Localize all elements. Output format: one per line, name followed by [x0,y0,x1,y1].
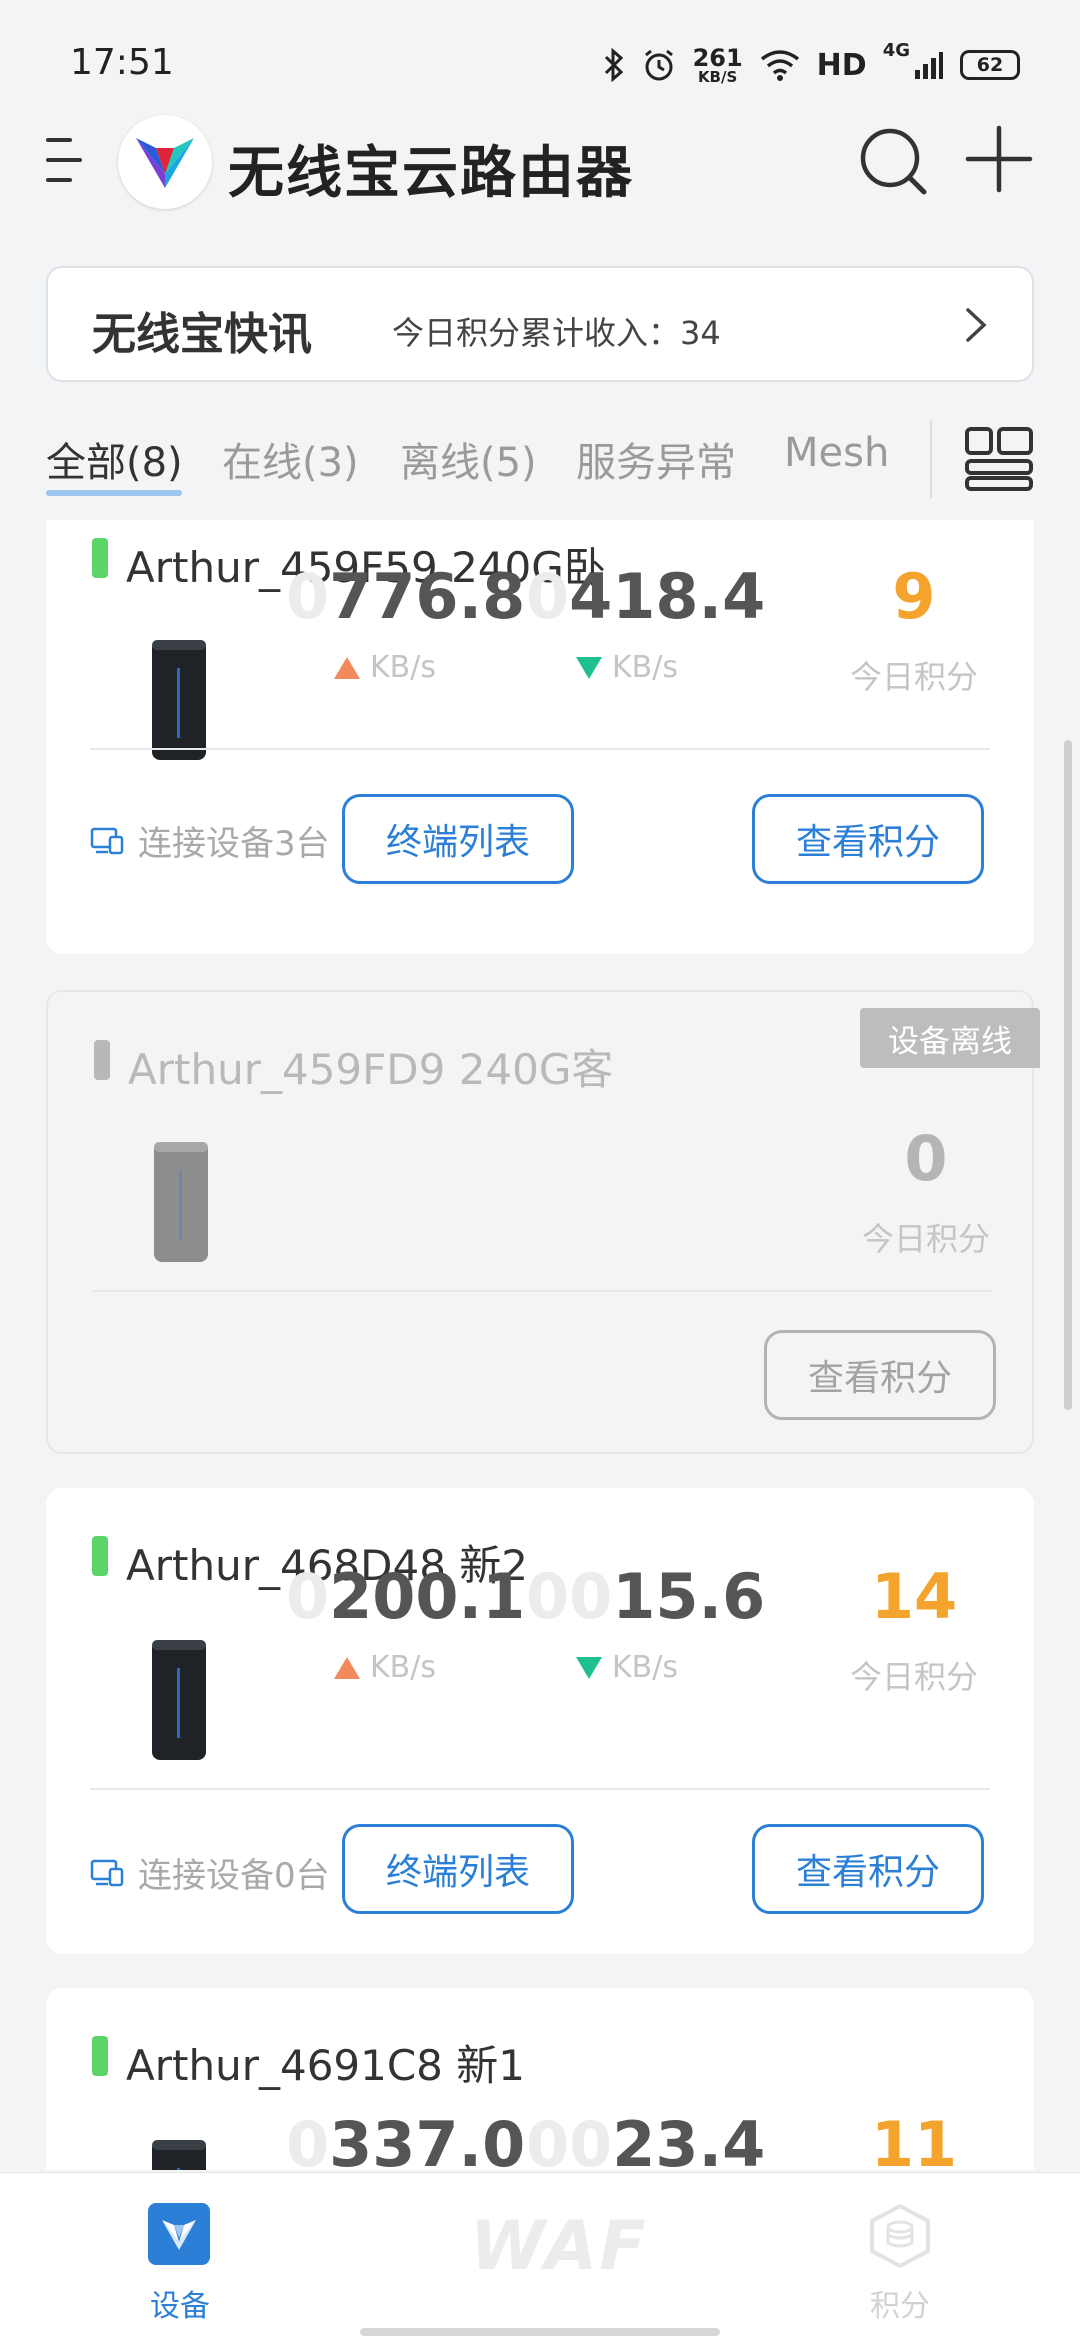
alarm-icon [644,49,673,81]
terminal-list-button[interactable]: 终端列表 [342,794,574,884]
search-icon[interactable] [858,126,928,196]
points-nav-icon [870,2203,930,2269]
router-image [152,640,206,760]
grid-view-icon[interactable] [964,426,1034,492]
status-icons: 261 KB/S HD 4G 62 [603,40,1020,90]
download-speed: 0418.4 [526,560,766,633]
connected-devices: 连接设备3台 [90,816,330,865]
offline-indicator [94,1040,110,1080]
filter-tabs: 全部(8) 在线(3) 离线(5) 服务异常 Mesh [0,410,1080,510]
add-icon[interactable] [964,124,1034,194]
device-card[interactable]: Arthur_468D48 新2 0200.1 0015.6 KB/s KB/s… [46,1488,1034,1954]
router-image [152,2140,206,2170]
download-speed: 0023.4 [526,2108,766,2170]
net-speed-unit: KB/S [697,67,738,86]
bluetooth-icon [604,48,623,82]
tab-divider [930,420,932,498]
view-points-button[interactable]: 查看积分 [764,1330,996,1420]
upload-speed: 0337.0 [286,2108,526,2170]
devices-icon [90,1859,124,1886]
online-indicator [92,538,108,578]
connected-devices: 连接设备0台 [90,1848,330,1897]
device-name: Arthur_459FD9 240G客 [128,1045,614,1094]
scrollbar[interactable] [1064,740,1072,1410]
status-bar: 17:51 261 KB/S HD 4G 62 [0,0,1080,120]
view-points-button[interactable]: 查看积分 [752,1824,984,1914]
menu-icon[interactable] [46,130,82,190]
download-unit: KB/s [576,1650,678,1685]
offline-badge: 设备离线 [860,1008,1040,1068]
hd-indicator: HD [816,47,867,83]
nav-waf[interactable]: WAF [470,2207,648,2286]
device-list[interactable]: Arthur_459F59 240G卧 0776.8 0418.4 KB/s K… [0,520,1080,2170]
chevron-right-icon [966,308,987,342]
app-root: 17:51 261 KB/S HD 4G 62 无线宝云路由器 无线宝快讯 今日… [0,0,1080,2340]
device-nav-icon [148,2203,210,2265]
tab-offline[interactable]: 离线(5) [400,430,537,488]
upload-arrow-icon [334,1656,360,1679]
today-points-label: 今日积分 [849,658,978,696]
bottom-nav: 设备 WAF 积分 [0,2172,1080,2340]
terminal-list-button[interactable]: 终端列表 [342,1824,574,1914]
nav-device[interactable]: 设备 [120,2203,240,2324]
upload-unit: KB/s [334,650,436,685]
battery-level: 62 [976,54,1004,76]
device-card[interactable]: Arthur_4691C8 新1 0337.0 0023.4 11 [46,1988,1034,2170]
router-image [154,1142,208,1262]
tab-all[interactable]: 全部(8) [46,430,183,488]
download-speed: 0015.6 [526,1560,766,1633]
device-card-offline[interactable]: 设备离线 Arthur_459FD9 240G客 0 今日积分 查看积分 [46,990,1040,1454]
router-image [152,1640,206,1760]
signal-icon [915,52,943,79]
device-card[interactable]: Arthur_459F59 240G卧 0776.8 0418.4 KB/s K… [46,520,1034,954]
home-indicator[interactable] [360,2328,720,2336]
wifi-icon [760,50,799,81]
view-points-button[interactable]: 查看积分 [752,794,984,884]
news-text: 今日积分累计收入：34 [392,314,721,352]
download-unit: KB/s [576,650,678,685]
card-divider [92,1290,992,1292]
app-title: 无线宝云路由器 [228,141,634,206]
net-speed-value: 261 [692,43,743,72]
today-points: 9 [892,560,936,633]
tab-online[interactable]: 在线(3) [222,430,359,488]
devices-icon [90,827,124,854]
today-points: 11 [870,2108,958,2170]
tab-mesh[interactable]: Mesh [784,430,889,476]
upload-arrow-icon [334,656,360,679]
app-logo [118,115,212,209]
online-indicator [92,1536,108,1576]
news-title: 无线宝快讯 [92,309,312,360]
today-points-label: 今日积分 [849,1658,978,1696]
upload-unit: KB/s [334,1650,436,1685]
net-speed: 261 KB/S [693,46,743,85]
nav-points[interactable]: 积分 [840,2203,960,2324]
nav-points-label: 积分 [870,2289,930,2324]
app-header: 无线宝云路由器 [0,110,1080,260]
today-points-label: 今日积分 [861,1220,990,1258]
battery-icon: 62 [960,50,1020,80]
download-arrow-icon [576,1656,602,1679]
today-points: 0 [904,1122,948,1195]
card-divider [90,748,990,750]
tab-service-error[interactable]: 服务异常 [576,430,736,488]
tab-active-indicator [46,490,182,496]
nav-device-label: 设备 [150,2289,210,2324]
signal-label: 4G [882,40,910,61]
news-banner[interactable]: 无线宝快讯 今日积分累计收入：34 [46,266,1034,382]
upload-speed: 0200.1 [286,1560,526,1633]
device-name: Arthur_4691C8 新1 [126,2041,525,2090]
download-arrow-icon [576,656,602,679]
card-divider [90,1788,990,1790]
upload-speed: 0776.8 [286,560,526,633]
today-points: 14 [870,1560,958,1633]
online-indicator [92,2036,108,2076]
status-time: 17:51 [70,42,174,83]
